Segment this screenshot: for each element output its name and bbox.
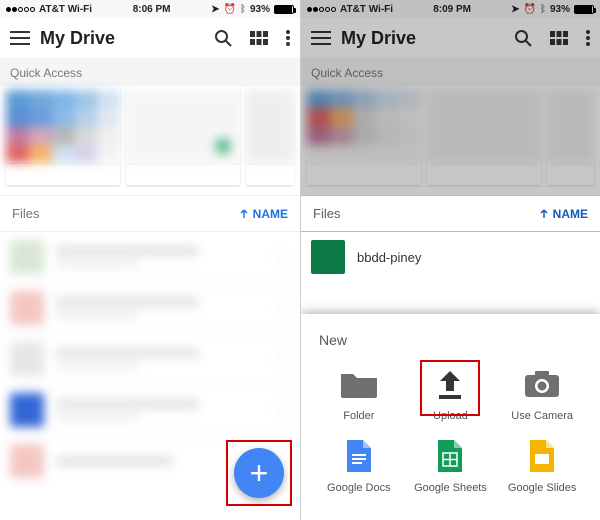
location-icon: ➤ — [511, 4, 519, 15]
folder-icon — [338, 366, 380, 402]
battery-icon — [274, 5, 294, 14]
screen-new-sheet: AT&T Wi-Fi 8:09 PM ➤ ⏰ ᛒ 93% My Drive Qu… — [300, 0, 600, 520]
google-docs-icon — [338, 438, 380, 474]
bluetooth-icon: ᛒ — [540, 4, 546, 15]
menu-icon[interactable] — [10, 31, 30, 45]
alarm-icon: ⏰ — [524, 4, 536, 15]
list-item[interactable]: ⋮ — [0, 232, 300, 282]
arrow-up-icon — [539, 209, 549, 219]
battery-pct: 93% — [550, 4, 570, 15]
search-icon[interactable] — [214, 29, 232, 47]
sheet-row-2: Google Docs Google Sheets Google Slides — [313, 430, 588, 502]
files-label: Files — [12, 206, 39, 221]
item-overflow-icon[interactable]: ⋮ — [272, 401, 290, 419]
quick-access-card[interactable] — [427, 90, 541, 185]
quick-access-label: Quick Access — [0, 58, 300, 86]
overflow-icon[interactable] — [286, 30, 290, 46]
new-bottom-sheet: New Folder Upload Use Camera — [301, 314, 600, 520]
sheet-row-1: Folder Upload Use Camera — [313, 358, 588, 430]
sort-button[interactable]: NAME — [239, 207, 288, 221]
signal-icon — [307, 7, 336, 12]
carrier-label: AT&T Wi-Fi — [39, 4, 92, 15]
files-label: Files — [313, 206, 340, 221]
list-item[interactable]: ⋮ — [0, 282, 300, 333]
quick-access-card[interactable] — [6, 90, 120, 185]
quick-access-card[interactable] — [246, 90, 294, 185]
sheet-title: New — [313, 328, 588, 358]
battery-pct: 93% — [250, 4, 270, 15]
screen-drive-main: AT&T Wi-Fi 8:06 PM ➤ ⏰ ᛒ 93% My Drive — [0, 0, 300, 520]
battery-icon — [574, 5, 594, 14]
new-slides-button[interactable]: Google Slides — [500, 438, 584, 494]
new-sheets-button[interactable]: Google Sheets — [408, 438, 492, 494]
search-icon[interactable] — [514, 29, 532, 47]
page-title: My Drive — [341, 28, 514, 49]
arrow-up-icon — [239, 209, 249, 219]
quick-access-card[interactable] — [307, 90, 421, 185]
bluetooth-icon: ᛒ — [240, 4, 246, 15]
quick-access-row — [0, 86, 300, 195]
view-grid-icon[interactable] — [550, 31, 568, 45]
sort-button[interactable]: NAME — [539, 207, 588, 221]
use-camera-button[interactable]: Use Camera — [500, 366, 584, 422]
item-overflow-icon[interactable]: ⋮ — [272, 350, 290, 368]
page-title: My Drive — [40, 28, 214, 49]
quick-access-card[interactable] — [547, 90, 594, 185]
status-time: 8:09 PM — [433, 4, 471, 15]
location-icon: ➤ — [211, 4, 219, 15]
carrier-label: AT&T Wi-Fi — [340, 4, 393, 15]
new-docs-button[interactable]: Google Docs — [317, 438, 401, 494]
signal-icon — [6, 7, 35, 12]
alarm-icon: ⏰ — [224, 4, 236, 15]
google-slides-icon — [521, 438, 563, 474]
new-folder-button[interactable]: Folder — [317, 366, 401, 422]
overflow-icon[interactable] — [586, 30, 590, 46]
upload-button[interactable]: Upload — [408, 366, 492, 422]
list-item[interactable]: ⋮ — [0, 384, 300, 435]
item-overflow-icon[interactable]: ⋮ — [272, 299, 290, 317]
fab-new-button[interactable]: + — [234, 448, 284, 498]
view-grid-icon[interactable] — [250, 31, 268, 45]
list-item[interactable]: ⋮ — [0, 333, 300, 384]
list-item[interactable]: bbdd-piney — [301, 232, 600, 282]
files-header: Files NAME — [0, 195, 300, 232]
file-name: bbdd-piney — [357, 250, 590, 265]
upload-icon — [429, 366, 471, 402]
menu-icon[interactable] — [311, 31, 331, 45]
status-bar: AT&T Wi-Fi 8:06 PM ➤ ⏰ ᛒ 93% — [0, 0, 300, 18]
camera-icon — [521, 366, 563, 402]
app-header: My Drive — [0, 18, 300, 58]
quick-access-card[interactable] — [126, 90, 240, 185]
google-sheets-icon — [429, 438, 471, 474]
item-overflow-icon[interactable]: ⋮ — [272, 248, 290, 266]
plus-icon: + — [250, 455, 269, 492]
status-time: 8:06 PM — [133, 4, 171, 15]
quick-access-label: Quick Access — [301, 58, 600, 86]
